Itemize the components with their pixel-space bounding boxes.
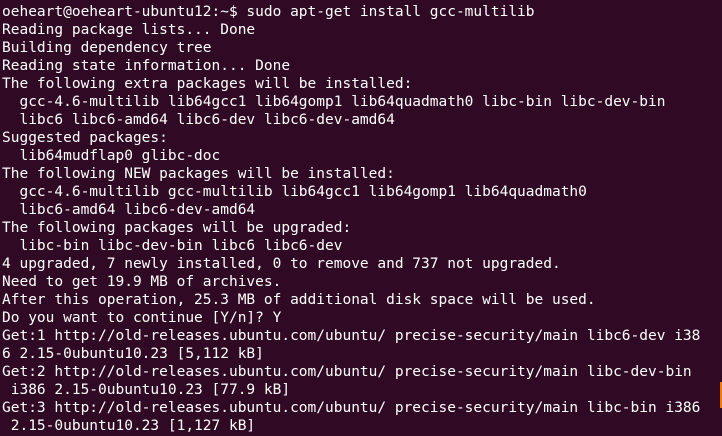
output-line: The following NEW packages will be insta… <box>2 166 395 182</box>
output-line: libc-bin libc-dev-bin libc6 libc6-dev <box>2 238 343 254</box>
output-line: Suggested packages: <box>2 130 168 146</box>
output-line: Reading package lists... Done <box>2 22 256 38</box>
shell-prompt: oeheart@oeheart-ubuntu12:~$ <box>2 4 238 20</box>
prompt-line: oeheart@oeheart-ubuntu12:~$ sudo apt-get… <box>2 3 722 21</box>
terminal-window[interactable]: oeheart@oeheart-ubuntu12:~$ sudo apt-get… <box>0 0 722 436</box>
output-line: Get:2 http://old-releases.ubuntu.com/ubu… <box>2 364 692 380</box>
output-line: 2.15-0ubuntu10.23 [1,127 kB] <box>2 418 256 434</box>
typed-command: sudo apt-get install gcc-multilib <box>237 4 535 20</box>
terminal-output: Reading package lists... Done Building de… <box>2 21 722 435</box>
output-line: 6 2.15-0ubuntu10.23 [5,112 kB] <box>2 346 264 362</box>
output-line: The following extra packages will be ins… <box>2 76 413 92</box>
output-line: Get:3 http://old-releases.ubuntu.com/ubu… <box>2 400 701 416</box>
output-line: i386 2.15-0ubuntu10.23 [77.9 kB] <box>2 382 291 398</box>
output-line: After this operation, 25.3 MB of additio… <box>2 292 596 308</box>
output-line: Reading state information... Done <box>2 58 291 74</box>
output-line: gcc-4.6-multilib lib64gcc1 lib64gomp1 li… <box>2 94 666 110</box>
output-line: Need to get 19.9 MB of archives. <box>2 274 282 290</box>
output-line: libc6-amd64 libc6-dev-amd64 <box>2 202 256 218</box>
output-line: gcc-4.6-multilib gcc-multilib lib64gcc1 … <box>2 184 587 200</box>
output-line: lib64mudflap0 glibc-doc <box>2 148 221 164</box>
output-line: libc6 libc6-amd64 libc6-dev libc6-dev-am… <box>2 112 395 128</box>
output-line: 4 upgraded, 7 newly installed, 0 to remo… <box>2 256 561 272</box>
output-line: Do you want to continue [Y/n]? Y <box>2 310 282 326</box>
output-line: Get:1 http://old-releases.ubuntu.com/ubu… <box>2 328 701 344</box>
output-line: The following packages will be upgraded: <box>2 220 352 236</box>
output-line: Building dependency tree <box>2 40 212 56</box>
